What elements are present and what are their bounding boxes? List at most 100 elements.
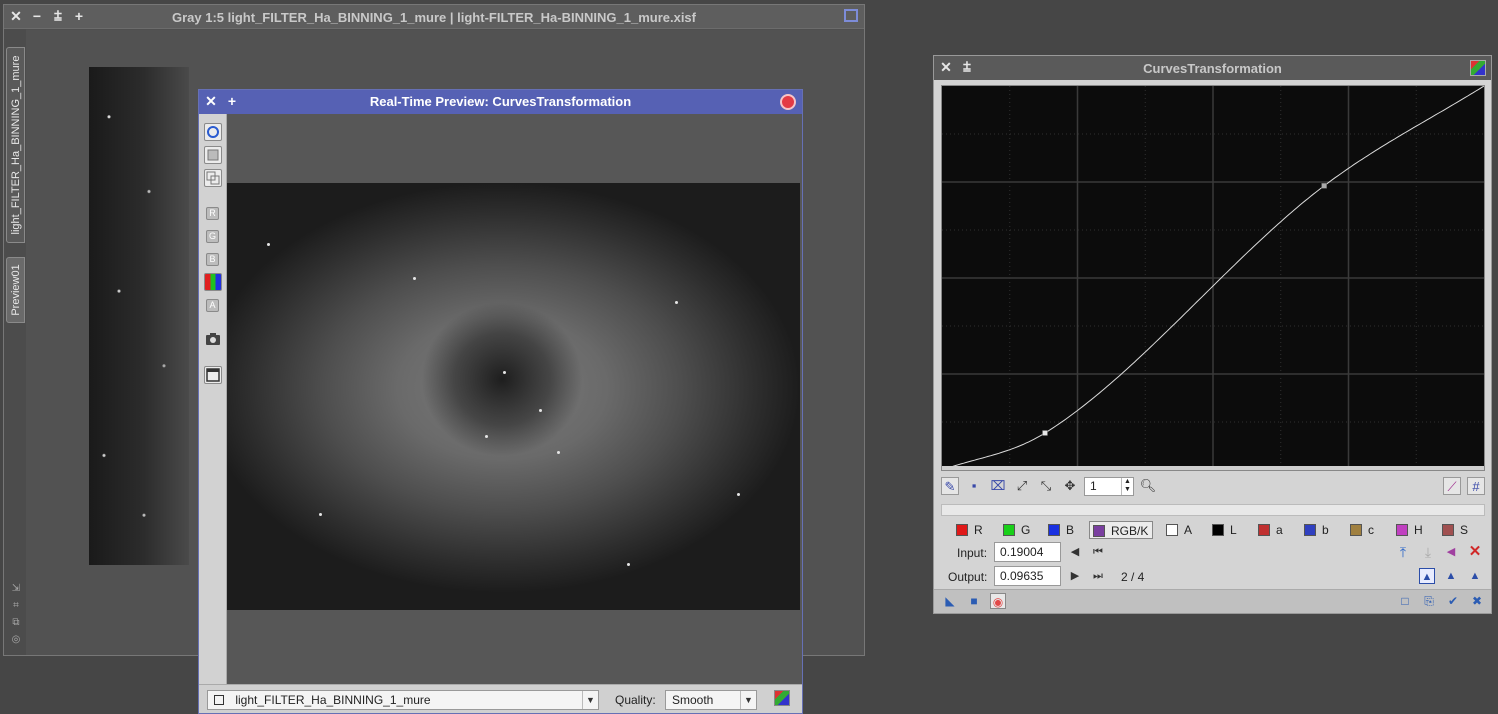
channel-a-button[interactable]: A — [1166, 521, 1192, 539]
new-instance-icon[interactable]: ◣ — [942, 593, 958, 609]
new-window-icon[interactable] — [204, 366, 222, 384]
channel-b-swatch — [1048, 524, 1060, 536]
channel-c-button[interactable]: c — [1350, 521, 1374, 539]
next-point-icon[interactable]: ▶ — [1067, 568, 1083, 584]
channel-s-button[interactable]: S — [1442, 521, 1468, 539]
restore-curve-icon[interactable]: ⤓ — [1420, 544, 1436, 560]
store-curve-icon[interactable]: ⤒ — [1395, 544, 1411, 560]
output-label: Output: — [948, 570, 988, 584]
view-icon — [214, 695, 224, 705]
edit-point-icon[interactable]: ✎ — [941, 477, 959, 495]
target-icon[interactable]: ◎ — [10, 634, 22, 646]
pan-icon[interactable]: ✥ — [1061, 477, 1079, 495]
channel-rgbk-button[interactable]: RGB/K — [1089, 521, 1154, 539]
star — [413, 277, 416, 280]
apply-global-icon[interactable]: ■ — [966, 593, 982, 609]
process-icon[interactable] — [1470, 60, 1486, 76]
image-window-titlebar[interactable]: ✕ − ⩲ + Gray 1:5 light_FILTER_Ha_BINNING… — [4, 5, 864, 29]
channel-b-lab-button[interactable]: b — [1304, 521, 1329, 539]
zoom-in-icon[interactable]: ⤢ — [1013, 477, 1031, 495]
show-histogram-icon[interactable]: ⟋ — [1443, 477, 1461, 495]
preview-image[interactable] — [227, 183, 800, 610]
channel-r-button[interactable]: R — [206, 207, 219, 220]
cubic-interpolation-icon[interactable]: ▲ — [1443, 568, 1459, 584]
channel-a-button[interactable]: A — [206, 299, 219, 312]
linear-interpolation-icon[interactable]: ▲ — [1467, 568, 1483, 584]
quality-select[interactable]: Smooth ▼ — [665, 690, 757, 710]
process-icon[interactable] — [774, 690, 790, 706]
curve-point-selected[interactable] — [1042, 430, 1048, 436]
zoom-magnifier-icon[interactable]: 🔍︎ — [1139, 477, 1157, 495]
fit-icon[interactable]: ⇲ — [10, 583, 22, 595]
curves-window: ✕ ⩲ CurvesTransformation ✎ ▪ ⌧ ⤢ ⤡ ✥ 1 ▲… — [933, 55, 1492, 614]
edit-instance-icon[interactable]: ⎘ — [1421, 593, 1437, 609]
compare-mode-icon[interactable] — [204, 169, 222, 187]
clone-icon[interactable]: ⧉ — [10, 617, 22, 629]
browse-doc-icon[interactable]: □ — [1397, 593, 1413, 609]
channel-c-swatch — [1350, 524, 1362, 536]
curve-editor[interactable] — [941, 85, 1485, 471]
view-select-value: light_FILTER_Ha_BINNING_1_mure — [235, 693, 431, 707]
reverse-curve-icon[interactable]: ◀ — [1443, 544, 1459, 560]
reset-icon[interactable]: ✖ — [1469, 593, 1485, 609]
camera-icon[interactable] — [204, 330, 222, 348]
zoom-spinbox[interactable]: 1 ▲ ▼ — [1084, 477, 1134, 496]
chevron-down-icon: ▼ — [582, 691, 598, 709]
channel-a-lab-swatch — [1258, 524, 1270, 536]
star — [539, 409, 542, 412]
zoom-fit-icon[interactable]: ⌗ — [10, 600, 22, 612]
spin-arrows-icon[interactable]: ▲ ▼ — [1121, 478, 1133, 495]
reset-curve-icon[interactable]: ✕ — [1467, 544, 1483, 560]
channel-g-button[interactable]: G — [1003, 521, 1030, 539]
star — [675, 301, 678, 304]
channel-a-swatch — [1166, 524, 1178, 536]
star — [737, 493, 740, 496]
channel-h-swatch — [1396, 524, 1408, 536]
quality-value: Smooth — [672, 693, 714, 707]
preview-title: Real-Time Preview: CurvesTransformation — [369, 94, 632, 109]
channel-s-swatch — [1442, 524, 1454, 536]
last-point-icon[interactable]: ⏭ — [1090, 568, 1106, 584]
process-bottom-bar: ◣ ■ ◉ □ ⎘ ✔ ✖ — [934, 589, 1491, 613]
realtime-preview-icon[interactable]: ◉ — [990, 593, 1006, 609]
preview-mode-icon[interactable] — [204, 146, 222, 164]
channel-rgbk-swatch — [1093, 525, 1105, 537]
star — [319, 513, 322, 516]
apply-icon[interactable]: ✔ — [1445, 593, 1461, 609]
curve-point[interactable] — [1321, 183, 1327, 189]
channel-h-button[interactable]: H — [1396, 521, 1423, 539]
tab-preview01[interactable]: Preview01 — [6, 257, 25, 323]
akima-interpolation-icon[interactable]: ▲ — [1419, 568, 1435, 584]
readout-mode-icon[interactable] — [204, 123, 222, 141]
input-label: Input: — [957, 546, 988, 560]
channel-a-lab-button[interactable]: a — [1258, 521, 1283, 539]
show-grid-icon[interactable]: # — [1467, 477, 1485, 495]
view-select[interactable]: light_FILTER_Ha_BINNING_1_mure ▼ — [207, 690, 599, 710]
image-star-field — [89, 67, 189, 565]
first-point-icon[interactable]: ⏮ — [1090, 544, 1106, 560]
maximize-icon[interactable] — [844, 9, 858, 22]
zoom-out-icon[interactable]: ⤡ — [1037, 477, 1055, 495]
channel-r-button[interactable]: R — [956, 521, 983, 539]
preview-titlebar[interactable]: ✕ + Real-Time Preview: CurvesTransformat… — [199, 90, 802, 114]
channel-rgb-icon[interactable] — [204, 273, 222, 291]
prev-point-icon[interactable]: ◀ — [1067, 544, 1083, 560]
channel-g-button[interactable]: G — [206, 230, 219, 243]
curves-title: CurvesTransformation — [1143, 61, 1282, 76]
output-field[interactable]: 0.09635 — [994, 566, 1061, 586]
select-point-icon[interactable]: ▪ — [965, 477, 983, 495]
preview-toolbar: R G B A — [199, 114, 227, 686]
channel-l-button[interactable]: L — [1212, 521, 1237, 539]
realtime-preview-window: ✕ + Real-Time Preview: CurvesTransformat… — [198, 89, 803, 714]
image-window-title: Gray 1:5 light_FILTER_Ha_BINNING_1_mure … — [172, 10, 696, 25]
curve-graph[interactable] — [941, 85, 1485, 471]
channel-b-button[interactable]: B — [1048, 521, 1074, 539]
channel-b-button[interactable]: B — [206, 253, 219, 266]
input-field[interactable]: 0.19004 — [994, 542, 1061, 562]
track-view-icon[interactable] — [780, 94, 796, 110]
delete-point-icon[interactable]: ⌧ — [989, 477, 1007, 495]
point-index: 2 / 4 — [1121, 570, 1145, 584]
curves-titlebar[interactable]: ✕ ⩲ CurvesTransformation — [934, 56, 1491, 80]
tab-main-view[interactable]: light_FILTER_Ha_BINNING_1_mure — [6, 47, 25, 243]
image-window-sidebar: light_FILTER_Ha_BINNING_1_mure Preview01… — [4, 29, 26, 655]
